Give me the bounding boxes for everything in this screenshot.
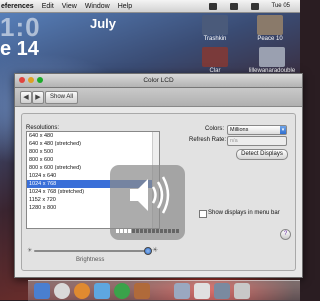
menu-clock[interactable]: Tue 05 (272, 3, 290, 9)
widget-day: e 14 (0, 38, 39, 60)
menu-bar: eferences Edit View Window Help Tue 05 (0, 0, 300, 13)
back-button[interactable]: ◀ (20, 91, 32, 104)
widget-month: July (90, 16, 117, 31)
brightness-high-icon: ☀ (152, 247, 159, 254)
volume-segment (120, 229, 123, 233)
refresh-rate-value: n/a (230, 138, 238, 144)
brightness-knob[interactable] (144, 247, 152, 255)
show-all-button[interactable]: Show All (45, 91, 79, 104)
folder-icon (202, 15, 228, 35)
minimize-button[interactable] (28, 77, 34, 83)
detect-displays-button[interactable]: Detect Displays (236, 149, 288, 160)
volume-segment (168, 229, 171, 233)
folder-icon[interactable] (174, 283, 190, 299)
show-displays-checkbox[interactable] (199, 210, 207, 218)
menu-edit[interactable]: Edit (42, 3, 54, 10)
volume-segment (128, 229, 131, 233)
volume-segment (136, 229, 139, 233)
volume-hud (110, 165, 185, 240)
app-icon[interactable] (134, 283, 150, 299)
colors-value: Millions (230, 127, 249, 133)
forward-button[interactable]: ▶ (32, 91, 44, 104)
volume-segment (172, 229, 175, 233)
clock-icon[interactable] (54, 283, 70, 299)
volume-segment (116, 229, 119, 233)
chat-icon[interactable] (94, 283, 110, 299)
window-title: Color LCD (143, 77, 174, 84)
resolution-item[interactable]: 800 x 500 (27, 148, 159, 156)
brightness-low-icon: ☀ (27, 248, 33, 254)
volume-segment (144, 229, 147, 233)
document-icon (259, 47, 285, 67)
desktop-icon-label: Peace 10 (257, 36, 283, 42)
downloads-icon[interactable] (214, 283, 230, 299)
desktop-icon[interactable]: Clar (197, 47, 233, 74)
brightness-slider[interactable] (34, 250, 147, 252)
resolution-item[interactable]: 800 x 600 (27, 156, 159, 164)
resolution-item[interactable]: 640 x 480 (27, 132, 159, 140)
desktop-icon[interactable]: Trashkin (197, 15, 233, 42)
document-icon[interactable] (194, 283, 210, 299)
zoom-button[interactable] (37, 77, 43, 83)
wifi-icon[interactable] (208, 2, 217, 10)
menu-app-name[interactable]: eferences (1, 3, 34, 10)
desktop-icon[interactable]: Peace 10 (252, 15, 288, 42)
colors-popup[interactable]: Millions ▾ (227, 125, 287, 135)
volume-segment (148, 229, 151, 233)
image-icon (202, 47, 228, 67)
refresh-rate-label: Refresh Rate: (189, 137, 227, 143)
volume-segment (132, 229, 135, 233)
chevron-down-icon: ▾ (280, 126, 286, 134)
battery-icon[interactable] (250, 2, 259, 10)
dock (28, 280, 300, 301)
finder-icon[interactable] (34, 283, 50, 299)
close-button[interactable] (19, 77, 25, 83)
desktop-icon[interactable]: lillewanaradouble (244, 47, 300, 74)
trash-icon[interactable] (234, 283, 250, 299)
volume-segment (124, 229, 127, 233)
refresh-rate-popup[interactable]: n/a (227, 136, 287, 146)
volume-segment (140, 229, 143, 233)
firefox-icon[interactable] (74, 283, 90, 299)
menu-window[interactable]: Window (85, 3, 110, 10)
show-displays-label: Show displays in menu bar (208, 210, 280, 216)
menu-help[interactable]: Help (118, 3, 132, 10)
toolbar: ◀ ▶ Show All (15, 88, 302, 107)
resolution-item[interactable]: 640 x 480 (stretched) (27, 140, 159, 148)
speaker-icon (130, 176, 170, 214)
volume-segment (156, 229, 159, 233)
desktop: eferences Edit View Window Help Tue 05 1… (0, 0, 303, 301)
help-button[interactable]: ? (280, 229, 291, 240)
volume-segment (152, 229, 155, 233)
window-titlebar[interactable]: Color LCD (15, 74, 302, 88)
desktop-icon-label: Trashkin (203, 36, 227, 42)
volume-segment (160, 229, 163, 233)
volume-segment (176, 229, 179, 233)
volume-icon[interactable] (229, 2, 238, 10)
torrent-icon[interactable] (114, 283, 130, 299)
menu-view[interactable]: View (62, 3, 77, 10)
colors-label: Colors: (205, 126, 225, 132)
brightness-label: Brightness (76, 257, 105, 263)
volume-segment (164, 229, 167, 233)
image-icon (257, 15, 283, 35)
